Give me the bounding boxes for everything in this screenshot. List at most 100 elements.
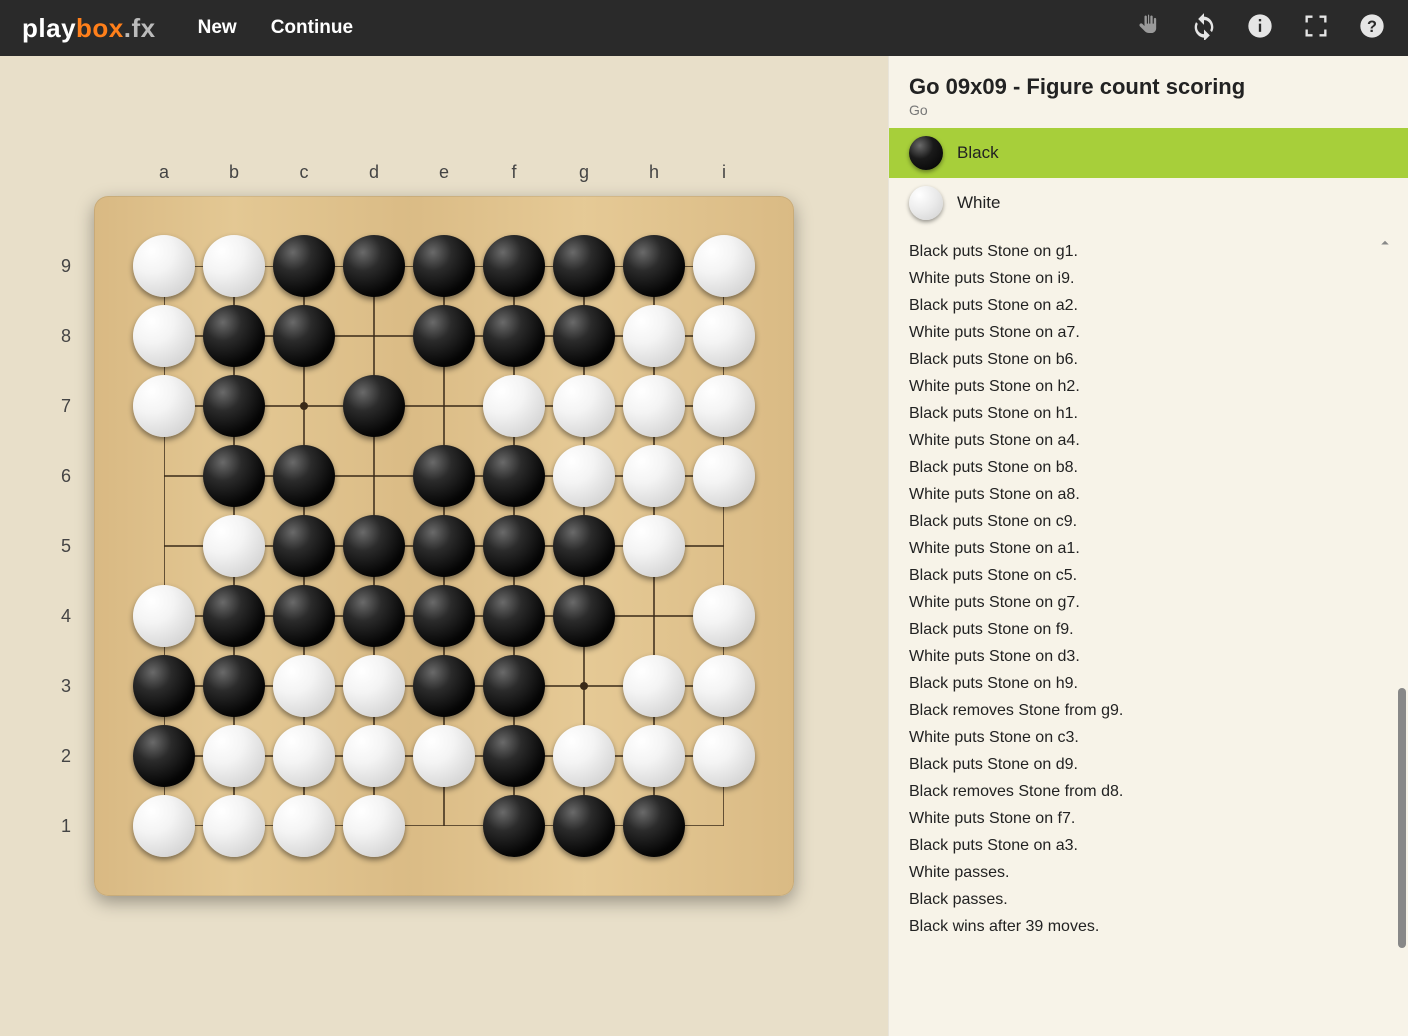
column-labels: abcdefghi — [94, 162, 794, 183]
player-black-label: Black — [957, 143, 999, 163]
black-stone[interactable] — [553, 235, 615, 297]
refresh-icon[interactable] — [1190, 12, 1218, 45]
black-stone[interactable] — [343, 585, 405, 647]
black-stone[interactable] — [413, 585, 475, 647]
black-stone[interactable] — [553, 795, 615, 857]
black-stone[interactable] — [413, 305, 475, 367]
nav-continue[interactable]: Continue — [271, 17, 353, 39]
white-stone[interactable] — [693, 305, 755, 367]
log-line: Black wins after 39 moves. — [909, 913, 1388, 940]
black-stone[interactable] — [483, 305, 545, 367]
black-stone[interactable] — [483, 445, 545, 507]
brand-part-3: .fx — [124, 13, 156, 43]
black-stone[interactable] — [203, 585, 265, 647]
white-stone[interactable] — [693, 235, 755, 297]
white-stone[interactable] — [553, 725, 615, 787]
white-stone[interactable] — [133, 585, 195, 647]
white-stone[interactable] — [693, 375, 755, 437]
nav-new[interactable]: New — [198, 17, 237, 39]
black-stone[interactable] — [623, 795, 685, 857]
black-stone[interactable] — [483, 655, 545, 717]
black-stone[interactable] — [343, 375, 405, 437]
go-board[interactable] — [94, 196, 794, 896]
white-stone[interactable] — [693, 585, 755, 647]
game-area: abcdefghi 987654321 — [0, 56, 888, 1036]
white-stone[interactable] — [133, 235, 195, 297]
black-stone[interactable] — [413, 655, 475, 717]
white-stone[interactable] — [693, 725, 755, 787]
scrollbar-thumb[interactable] — [1398, 688, 1406, 948]
white-stone[interactable] — [623, 725, 685, 787]
white-stone[interactable] — [203, 795, 265, 857]
black-stone[interactable] — [343, 515, 405, 577]
white-stone[interactable] — [623, 375, 685, 437]
white-stone[interactable] — [343, 795, 405, 857]
black-stone[interactable] — [273, 585, 335, 647]
log-line: Black puts Stone on b8. — [909, 454, 1388, 481]
black-stone[interactable] — [623, 235, 685, 297]
black-stone[interactable] — [203, 375, 265, 437]
fullscreen-icon[interactable] — [1302, 12, 1330, 45]
black-stone[interactable] — [273, 445, 335, 507]
row-label: 8 — [56, 301, 76, 371]
white-stone[interactable] — [483, 375, 545, 437]
white-stone[interactable] — [133, 795, 195, 857]
white-stone[interactable] — [203, 235, 265, 297]
chevron-up-icon[interactable] — [1376, 234, 1394, 257]
white-stone[interactable] — [273, 725, 335, 787]
black-stone[interactable] — [553, 305, 615, 367]
white-stone[interactable] — [343, 655, 405, 717]
black-stone[interactable] — [483, 585, 545, 647]
black-stone[interactable] — [413, 235, 475, 297]
white-stone[interactable] — [413, 725, 475, 787]
white-stone[interactable] — [553, 375, 615, 437]
help-icon[interactable]: ? — [1358, 12, 1386, 45]
black-stone[interactable] — [203, 655, 265, 717]
white-stone[interactable] — [133, 305, 195, 367]
brand-logo[interactable]: playbox.fx — [22, 13, 156, 44]
log-line: White puts Stone on a8. — [909, 481, 1388, 508]
black-stone[interactable] — [483, 235, 545, 297]
black-stone[interactable] — [133, 655, 195, 717]
black-stone[interactable] — [553, 515, 615, 577]
black-stone[interactable] — [343, 235, 405, 297]
black-stone[interactable] — [413, 445, 475, 507]
hand-icon[interactable] — [1134, 12, 1162, 45]
black-stone[interactable] — [413, 515, 475, 577]
black-stone[interactable] — [203, 305, 265, 367]
black-stone[interactable] — [483, 725, 545, 787]
player-black[interactable]: Black — [889, 128, 1408, 178]
info-icon[interactable] — [1246, 12, 1274, 45]
white-stone[interactable] — [343, 725, 405, 787]
black-stone[interactable] — [273, 515, 335, 577]
white-stone[interactable] — [203, 515, 265, 577]
black-stone[interactable] — [483, 795, 545, 857]
log-line: White puts Stone on a7. — [909, 319, 1388, 346]
white-stone[interactable] — [623, 655, 685, 717]
black-stone[interactable] — [273, 305, 335, 367]
white-stone[interactable] — [693, 655, 755, 717]
white-stone[interactable] — [553, 445, 615, 507]
white-stone[interactable] — [273, 655, 335, 717]
white-stone[interactable] — [693, 445, 755, 507]
black-stone-icon — [909, 136, 943, 170]
game-title: Go 09x09 - Figure count scoring — [909, 74, 1388, 100]
white-stone[interactable] — [623, 305, 685, 367]
white-stone[interactable] — [623, 445, 685, 507]
black-stone[interactable] — [273, 235, 335, 297]
white-stone[interactable] — [133, 375, 195, 437]
white-stone[interactable] — [623, 515, 685, 577]
row-labels: 987654321 — [56, 196, 76, 896]
log-line: White puts Stone on f7. — [909, 805, 1388, 832]
move-log[interactable]: Black puts Stone on g1.White puts Stone … — [889, 228, 1408, 970]
white-stone[interactable] — [203, 725, 265, 787]
black-stone[interactable] — [203, 445, 265, 507]
row-label: 9 — [56, 231, 76, 301]
black-stone[interactable] — [553, 585, 615, 647]
col-label: d — [339, 162, 409, 183]
black-stone[interactable] — [133, 725, 195, 787]
player-white[interactable]: White — [889, 178, 1408, 228]
row-label: 5 — [56, 511, 76, 581]
black-stone[interactable] — [483, 515, 545, 577]
white-stone[interactable] — [273, 795, 335, 857]
